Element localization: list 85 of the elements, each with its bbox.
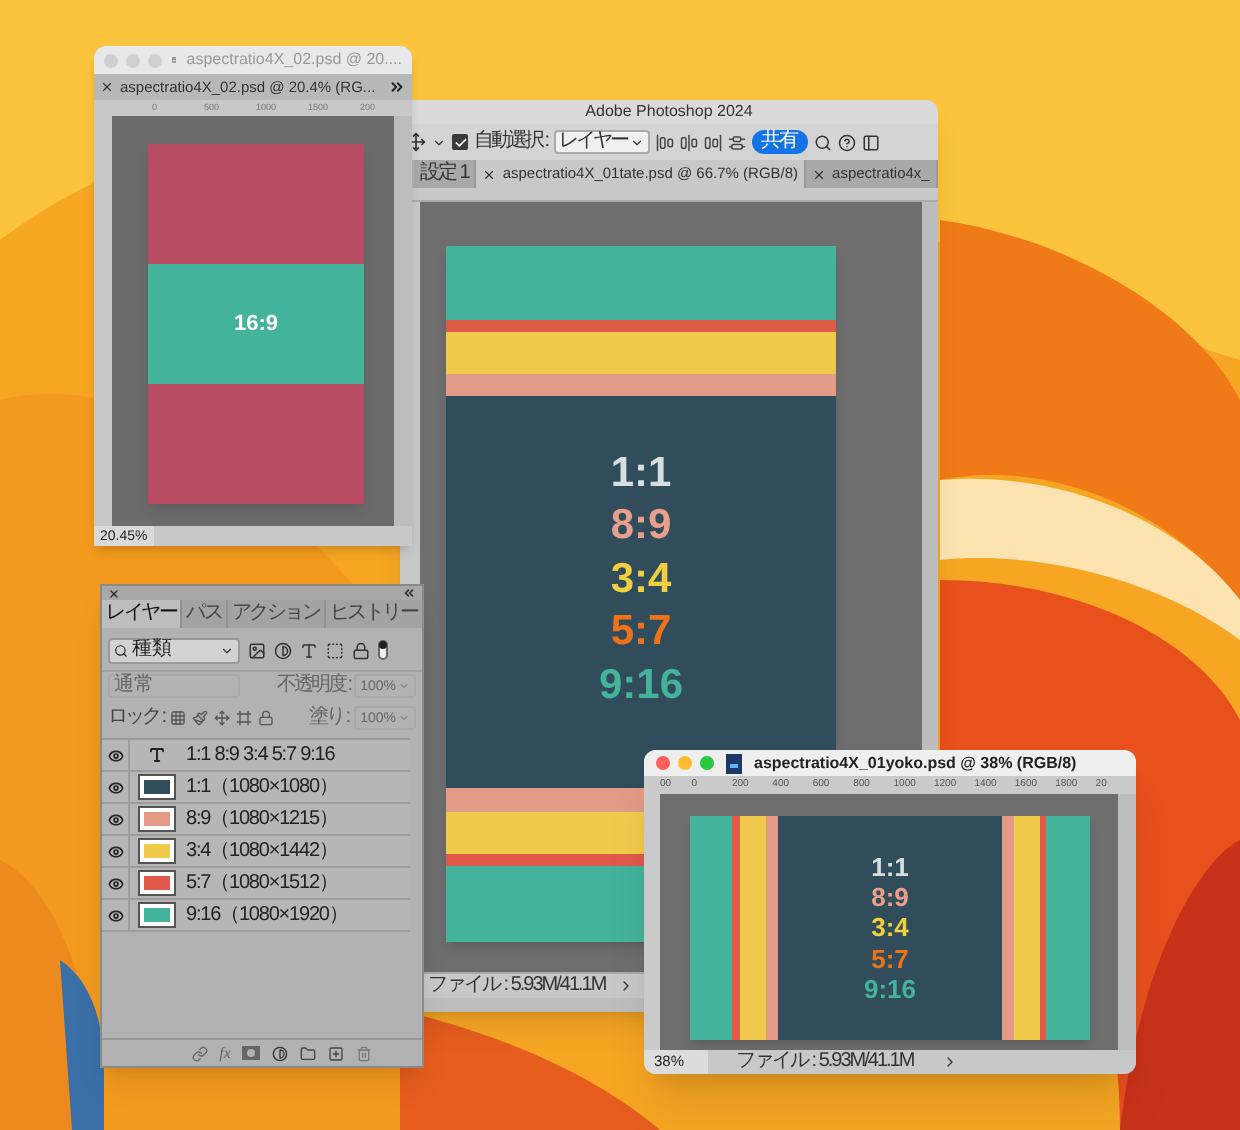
layer-row[interactable]: 9:16（1080×1920） [102,900,410,932]
panel-icon[interactable] [861,133,880,151]
eye-icon[interactable] [107,907,123,923]
ratio-label: 3:4 [871,912,909,944]
opacity-label: 不透明度 : [277,676,351,696]
panel-tab[interactable]: ヒストリー [325,600,424,628]
ratio-label: 1:1 [610,447,672,500]
ratio-label: 8:9 [610,500,672,553]
filter-dropdown[interactable]: 種類 [108,637,240,663]
close-icon[interactable] [108,587,120,599]
folder-icon[interactable] [300,1045,317,1061]
ratio-label: 5:7 [610,606,672,659]
document-tab[interactable]: 設定 1 [414,160,477,188]
frame-icon[interactable] [236,710,253,726]
search-icon [114,643,128,657]
type-filter-icon[interactable] [300,641,318,659]
grid-icon[interactable] [170,710,187,726]
distribute-icon[interactable] [727,133,746,151]
shape-filter-icon[interactable] [326,641,344,659]
file-info: ファイル : 5.93M/41.1M [428,976,606,996]
align-center-icon[interactable] [679,133,698,151]
auto-select-label: 自動選択 : [474,132,548,152]
lock-label: ロック : [108,708,165,728]
lock-filter-icon[interactable] [352,641,370,659]
brush-icon[interactable] [192,710,209,726]
adjustment-icon[interactable] [272,1045,289,1061]
close-icon[interactable] [100,80,114,94]
file-info: ファイル : 5.93M/41.1M [736,1052,914,1072]
window-title: aspectratio4X_01yoko.psd @ 38% (RGB/8) [754,755,1077,771]
align-right-icon[interactable] [703,133,722,151]
chevron-down-icon [220,643,234,657]
image-filter-icon[interactable] [248,641,266,659]
ratio-label: 16:9 [233,309,279,340]
new-layer-icon[interactable] [328,1045,345,1061]
mask-icon[interactable] [242,1046,261,1060]
chevron-down-icon [398,680,410,692]
link-icon[interactable] [191,1045,208,1061]
close-icon[interactable] [812,167,827,181]
layer-name: 3:4（1080×1442） [186,841,338,861]
eye-icon[interactable] [107,843,123,859]
collapse-icon[interactable] [402,586,416,600]
layer-row[interactable]: 3:4（1080×1442） [102,836,410,868]
layer-row[interactable]: 5:7（1080×1512） [102,868,410,900]
checkbox[interactable] [452,134,468,150]
layer-row[interactable]: 8:9（1080×1215） [102,804,410,836]
eye-icon[interactable] [107,875,123,891]
window-title: Adobe Photoshop 2024 [585,104,753,120]
document-icon [726,753,742,773]
ratio-label: 3:4 [610,553,672,606]
ratio-label: 5:7 [871,943,909,974]
layer-row[interactable]: 1:1 8:9 3:4 5:7 9:16 [102,740,410,772]
move-icon[interactable] [214,710,231,726]
layer-name: 5:7（1080×1512） [186,873,338,893]
chevron-down-icon [629,135,644,149]
eye-icon[interactable] [107,779,123,795]
chevron-icon[interactable] [388,78,406,96]
close-icon[interactable] [482,167,497,181]
panel-tab[interactable]: パス [182,600,228,628]
toggle-icon[interactable] [378,640,388,660]
ratio-label: 1:1 [871,851,909,883]
fill-label: 塗り : [309,708,349,728]
panel-tab[interactable]: レイヤー [102,600,183,628]
adjustment-filter-icon[interactable] [274,641,292,659]
layer-name: 9:16（1080×1920） [186,905,348,925]
ratio-label: 9:16 [598,659,684,712]
eye-icon[interactable] [107,811,123,827]
text-layer-icon [147,746,165,764]
layer-name: 1:1（1080×1080） [186,777,338,797]
search-icon[interactable] [813,133,832,151]
layer-name: 8:9（1080×1215） [186,809,338,829]
panel-tab[interactable]: アクション [227,600,326,628]
window-title: aspectratio4X_02.psd @ 20.... [186,52,402,68]
align-left-icon[interactable] [655,133,674,151]
layer-name: 1:1 8:9 3:4 5:7 9:16 [186,745,335,765]
eye-icon[interactable] [107,747,123,763]
chevron-down-icon[interactable] [432,135,446,149]
target-dropdown[interactable]: レイヤー [553,130,650,154]
ratio-label: 9:16 [863,973,917,1005]
layer-row[interactable]: 1:1（1080×1080） [102,772,410,804]
share-button[interactable]: 共有 [751,130,808,154]
chevron-down-icon [398,712,410,724]
help-icon[interactable] [837,133,856,151]
ratio-label: 8:9 [871,882,909,913]
lock-icon[interactable] [258,710,275,726]
check-icon [453,135,467,149]
